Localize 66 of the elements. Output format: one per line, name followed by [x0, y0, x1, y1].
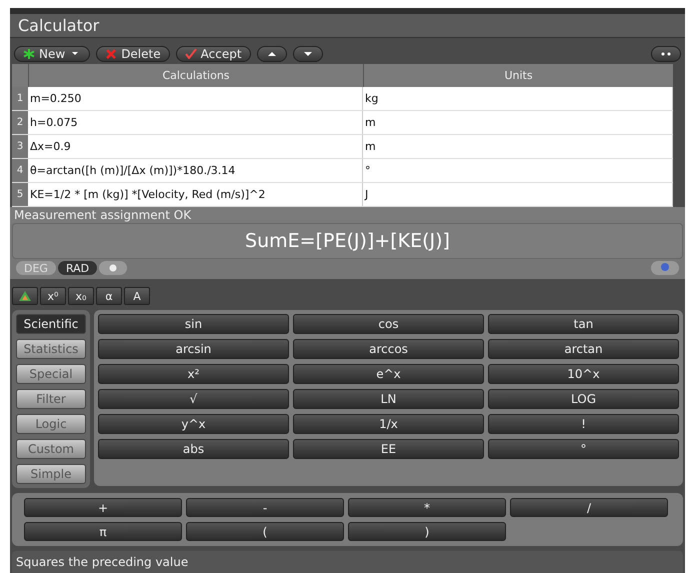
table-cell: θ=arctan([h (m)]/[Δx (m)])*180./3.14: [28, 159, 363, 182]
table-cell: m=0.250: [28, 87, 363, 110]
options-button[interactable]: [651, 46, 681, 62]
table-cell: KE=1/2 * [m (kg)] *[Velocity, Red (m/s)]^2: [28, 183, 363, 206]
row-number: 3: [12, 135, 28, 158]
column-header: Calculations: [28, 64, 363, 87]
format-button[interactable]: A: [124, 287, 150, 305]
delete-button[interactable]: Delete: [96, 46, 170, 62]
function-key[interactable]: √: [98, 389, 289, 409]
table-cell: Δx=0.9: [28, 135, 363, 158]
table-cell: m: [363, 135, 673, 158]
status-bar: Squares the preceding value: [12, 551, 683, 573]
triangle-icon: [19, 291, 31, 301]
table-cell: h=0.075: [28, 111, 363, 134]
operator-key[interactable]: π: [24, 522, 182, 541]
operator-key[interactable]: ): [348, 522, 506, 541]
new-button[interactable]: New: [14, 46, 90, 62]
table-cell: kg: [363, 87, 673, 110]
function-key[interactable]: LOG: [488, 389, 679, 409]
function-key[interactable]: cos: [293, 314, 484, 334]
function-key[interactable]: 10^x: [488, 364, 679, 384]
move-down-button[interactable]: [292, 46, 323, 62]
close-icon: [105, 49, 118, 59]
function-key[interactable]: e^x: [293, 364, 484, 384]
function-key[interactable]: !: [488, 414, 679, 434]
color-button[interactable]: [12, 287, 38, 305]
row-number: 5: [12, 183, 28, 206]
function-key[interactable]: LN: [293, 389, 484, 409]
column-header: Units: [363, 64, 673, 87]
function-key[interactable]: arctan: [488, 339, 679, 359]
table-cell: m: [363, 111, 673, 134]
format-button[interactable]: x⁰: [40, 287, 66, 305]
function-key[interactable]: 1/x: [293, 414, 484, 434]
angle-mode-tab[interactable]: RAD: [58, 261, 98, 275]
row-number: 4: [12, 159, 28, 182]
table-cell: J: [363, 183, 673, 206]
function-key[interactable]: °: [488, 439, 679, 459]
format-button[interactable]: x₀: [68, 287, 94, 305]
operator-key[interactable]: -: [186, 498, 344, 517]
operator-key[interactable]: /: [510, 498, 668, 517]
function-key[interactable]: EE: [293, 439, 484, 459]
function-key[interactable]: y^x: [98, 414, 289, 434]
category-tab[interactable]: Scientific: [16, 314, 86, 334]
operator-key[interactable]: +: [24, 498, 182, 517]
row-number: 2: [12, 111, 28, 134]
format-button[interactable]: α: [96, 287, 122, 305]
table-cell: °: [363, 159, 673, 182]
function-key[interactable]: abs: [98, 439, 289, 459]
checkmark-icon: [184, 49, 197, 59]
message-text: Measurement assignment OK: [10, 207, 685, 223]
down-arrow-icon: [302, 49, 314, 59]
function-key[interactable]: tan: [488, 314, 679, 334]
function-key[interactable]: arccos: [293, 339, 484, 359]
operator-key[interactable]: (: [186, 522, 344, 541]
operator-key[interactable]: *: [348, 498, 506, 517]
function-key[interactable]: x²: [98, 364, 289, 384]
function-key[interactable]: sin: [98, 314, 289, 334]
row-number: 1: [12, 87, 28, 110]
asterisk-icon: [23, 49, 35, 59]
timer-button[interactable]: [99, 261, 128, 275]
window-title: Calculator: [10, 14, 685, 38]
accept-button[interactable]: Accept: [176, 46, 251, 62]
function-key[interactable]: arcsin: [98, 339, 289, 359]
up-arrow-icon: [266, 49, 278, 59]
formula-display: SumE=[PE(J)]+[KE(J)]: [12, 223, 683, 259]
move-up-button[interactable]: [256, 46, 287, 62]
